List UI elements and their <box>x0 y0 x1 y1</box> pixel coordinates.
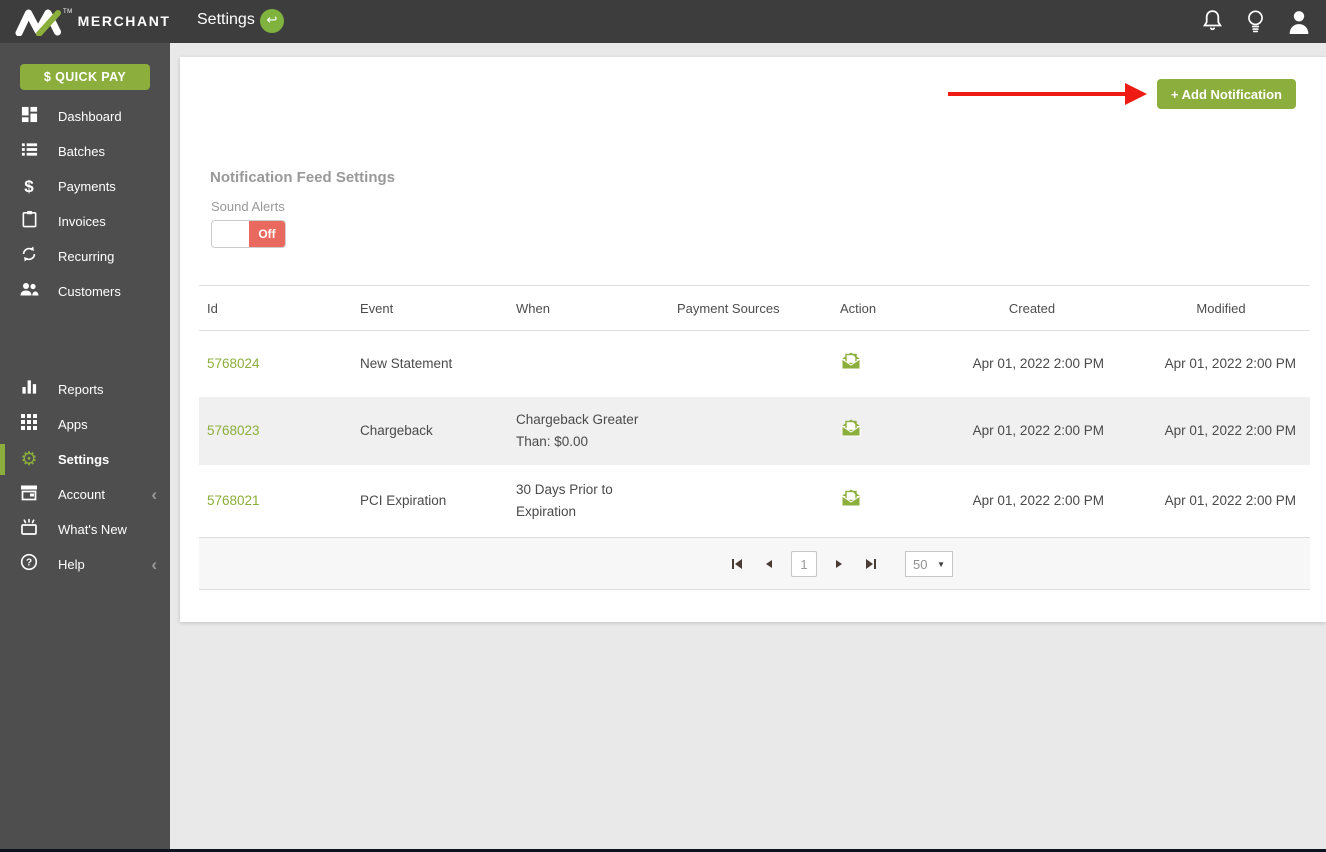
email-action-icon[interactable] <box>840 351 862 370</box>
sidebar-item-account[interactable]: Account ‹ <box>0 477 170 512</box>
first-page-icon[interactable] <box>727 554 747 574</box>
topbar: TM MERCHANT Settings ↩ <box>0 0 1326 43</box>
mx-logo-icon <box>15 9 61 36</box>
logo-tm: TM <box>63 9 73 15</box>
notifications-bell-icon[interactable] <box>1200 8 1225 40</box>
settings-gear-icon: ⚙ <box>20 448 38 470</box>
modified-cell: Apr 01, 2022 2:00 PM <box>1164 355 1296 371</box>
created-cell: Apr 01, 2022 2:00 PM <box>972 355 1104 371</box>
page-title: Settings <box>197 11 255 28</box>
ideas-lightbulb-icon[interactable] <box>1244 8 1267 40</box>
page-size-dropdown[interactable]: 50 ▼ <box>905 551 953 577</box>
invoices-clipboard-icon <box>18 210 40 233</box>
sidebar-item-dashboard[interactable]: Dashboard <box>0 99 170 134</box>
when-cell: Chargeback Greater Than: $0.00 <box>508 396 669 465</box>
notification-id-link[interactable]: 5768024 <box>207 356 260 371</box>
table-row: 5768024 New Statement Apr 01, 2022 2:00 <box>199 331 1310 397</box>
chevron-down-icon: ▼ <box>937 559 945 569</box>
recurring-sync-icon <box>18 245 40 268</box>
table-row: 5768021 PCI Expiration 30 Days Prior to … <box>199 465 1310 538</box>
col-modified: Modified <box>1132 285 1310 331</box>
sidebar-item-reports[interactable]: Reports <box>0 372 170 407</box>
whats-new-gift-icon <box>18 518 40 541</box>
sidebar-item-payments[interactable]: $ Payments <box>0 169 170 204</box>
col-id: Id <box>199 285 352 331</box>
when-cell <box>508 331 669 397</box>
batches-icon <box>18 141 40 163</box>
event-cell: Chargeback <box>352 396 508 465</box>
customers-people-icon <box>18 282 40 302</box>
notifications-table: Id Event When Payment Sources Action Cre… <box>199 285 1310 538</box>
chevron-left-icon: ‹ <box>151 485 157 504</box>
table-row: 5768023 Chargeback Chargeback Greater Th… <box>199 396 1310 465</box>
account-storefront-icon <box>18 484 40 506</box>
section-title: Notification Feed Settings <box>210 169 396 186</box>
sound-alerts-toggle[interactable]: Off <box>211 220 286 248</box>
last-page-icon[interactable] <box>861 554 881 574</box>
pagination-bar: 1 50 ▼ <box>199 537 1310 590</box>
profile-avatar-icon[interactable] <box>1286 8 1312 40</box>
logo-brand-name: MERCHANT <box>77 13 171 29</box>
col-payment-sources: Payment Sources <box>669 285 832 331</box>
table-header-row: Id Event When Payment Sources Action Cre… <box>199 285 1310 331</box>
col-event: Event <box>352 285 508 331</box>
sidebar-item-whats-new[interactable]: What's New <box>0 512 170 547</box>
page-size-value: 50 <box>913 556 928 572</box>
email-action-icon[interactable] <box>840 418 862 437</box>
help-question-icon: ? <box>18 553 40 576</box>
sidebar-item-customers[interactable]: Customers <box>0 274 170 309</box>
sidebar-item-settings[interactable]: ⚙ Settings <box>0 442 170 477</box>
col-action: Action <box>832 285 932 331</box>
dashboard-icon <box>18 106 40 128</box>
back-arrow-icon[interactable]: ↩ <box>260 9 284 33</box>
sidebar-item-recurring[interactable]: Recurring <box>0 239 170 274</box>
sidebar-item-apps[interactable]: Apps <box>0 407 170 442</box>
settings-content-card: + Add Notification Notification Feed Set… <box>180 57 1326 622</box>
sidebar-item-help[interactable]: ? Help ‹ <box>0 547 170 582</box>
annotation-arrow-head <box>1125 83 1147 105</box>
created-cell: Apr 01, 2022 2:00 PM <box>932 396 1132 465</box>
quick-pay-button[interactable]: $ QUICK PAY <box>20 64 150 90</box>
sidebar-item-batches[interactable]: Batches <box>0 134 170 169</box>
payment-sources-cell <box>669 465 832 538</box>
created-cell: Apr 01, 2022 2:00 PM <box>972 493 1104 508</box>
svg-text:?: ? <box>26 558 32 569</box>
current-page-indicator[interactable]: 1 <box>791 551 817 577</box>
notification-id-link[interactable]: 5768023 <box>207 423 260 438</box>
annotation-arrow <box>948 92 1125 96</box>
toggle-knob <box>212 221 249 247</box>
event-cell: New Statement <box>360 355 453 371</box>
next-page-icon[interactable] <box>829 554 849 574</box>
payment-sources-cell <box>669 396 832 465</box>
reports-bar-chart-icon <box>18 379 40 400</box>
event-cell: PCI Expiration <box>360 493 447 508</box>
mx-merchant-logo[interactable]: TM MERCHANT <box>14 6 171 36</box>
previous-page-icon[interactable] <box>759 554 779 574</box>
chevron-left-icon: ‹ <box>151 555 157 574</box>
toggle-state-label: Off <box>249 221 285 247</box>
add-notification-button[interactable]: + Add Notification <box>1156 79 1296 109</box>
when-cell: 30 Days Prior to Expiration <box>516 482 613 519</box>
sidebar-item-invoices[interactable]: Invoices <box>0 204 170 239</box>
col-created: Created <box>932 285 1132 331</box>
modified-cell: Apr 01, 2022 2:00 PM <box>1132 396 1310 465</box>
sidebar: $ QUICK PAY Dashboard Batches $ Payments… <box>0 43 170 849</box>
payment-sources-cell <box>669 331 832 397</box>
modified-cell: Apr 01, 2022 2:00 PM <box>1164 493 1296 508</box>
payments-dollar-icon: $ <box>24 176 34 196</box>
col-when: When <box>508 285 669 331</box>
sound-alerts-label: Sound Alerts <box>211 199 285 214</box>
apps-grid-icon <box>18 414 40 435</box>
email-action-icon[interactable] <box>840 488 862 507</box>
notification-id-link[interactable]: 5768021 <box>207 493 260 508</box>
